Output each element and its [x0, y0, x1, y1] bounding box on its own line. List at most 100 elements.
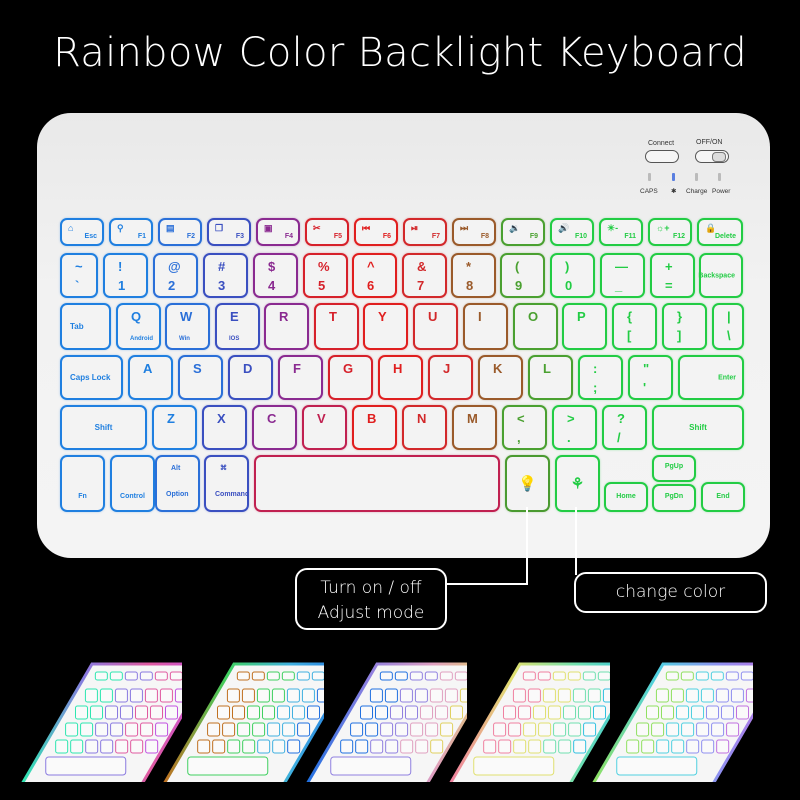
key-symbol[interactable]: @2: [153, 253, 198, 298]
key-rgb[interactable]: ⚘: [555, 455, 600, 512]
key-pgdn[interactable]: PgDn: [652, 484, 696, 512]
document-icon: ▤: [166, 223, 175, 233]
key-space[interactable]: [254, 455, 500, 512]
key-f2[interactable]: ▤ F2: [158, 218, 202, 246]
key-s[interactable]: S: [178, 355, 223, 400]
key-g[interactable]: G: [328, 355, 373, 400]
key-symbol[interactable]: ) 0: [550, 253, 595, 298]
key-e[interactable]: E IOS: [215, 303, 260, 350]
key-f11[interactable]: ☀- F11: [599, 218, 643, 246]
variant-key: [105, 705, 118, 720]
key-delete[interactable]: 🔒 Delete: [697, 218, 743, 246]
key-f7[interactable]: ⏯ F7: [403, 218, 447, 246]
key-f[interactable]: F: [278, 355, 323, 400]
key-symbol[interactable]: <,: [502, 405, 547, 450]
key-f5[interactable]: ✂ F5: [305, 218, 349, 246]
key-top-label: L: [543, 361, 551, 376]
power-switch[interactable]: [695, 150, 729, 163]
key-top-label: *: [466, 259, 472, 274]
key-r[interactable]: R: [264, 303, 309, 350]
key-v[interactable]: V: [302, 405, 347, 450]
key-y[interactable]: Y: [363, 303, 408, 350]
key-command[interactable]: ⌘ Command: [204, 455, 249, 512]
key-enter[interactable]: Enter: [678, 355, 744, 400]
variant-key: [563, 705, 576, 720]
key-top-label: M: [467, 411, 478, 426]
key-symbol[interactable]: * 8: [451, 253, 496, 298]
key-u[interactable]: U: [413, 303, 458, 350]
key-p[interactable]: P: [562, 303, 607, 350]
key-f1[interactable]: ⚲ F1: [109, 218, 153, 246]
key-fn[interactable]: Fn: [60, 455, 105, 512]
key-label: Delete: [714, 233, 736, 240]
key-pgup[interactable]: PgUp: [652, 455, 696, 482]
key-symbol[interactable]: {[: [612, 303, 657, 350]
key-symbol[interactable]: #3: [203, 253, 248, 298]
key-f9[interactable]: 🔉 F9: [501, 218, 545, 246]
key-symbol[interactable]: :;: [578, 355, 623, 400]
key-f10[interactable]: 🔊 F10: [550, 218, 594, 246]
key-q[interactable]: Q Android: [116, 303, 161, 350]
key-d[interactable]: D: [228, 355, 273, 400]
key-symbol[interactable]: — _: [600, 253, 645, 298]
key-symbol[interactable]: $4: [253, 253, 298, 298]
key-f6[interactable]: ⏮ F6: [354, 218, 398, 246]
connect-button[interactable]: [645, 150, 679, 163]
key-symbol[interactable]: | \: [712, 303, 744, 350]
key-n[interactable]: N: [402, 405, 447, 450]
key-option[interactable]: Alt Option: [155, 455, 200, 512]
color-change-callout: change color: [574, 572, 767, 613]
key-symbol[interactable]: }]: [662, 303, 707, 350]
key-end[interactable]: End: [701, 482, 745, 512]
key-symbol[interactable]: + =: [650, 253, 695, 298]
key-symbol[interactable]: ~ `: [60, 253, 98, 298]
key-symbol[interactable]: ! 1: [103, 253, 148, 298]
key-symbol[interactable]: " ': [628, 355, 673, 400]
key-tab[interactable]: Tab: [60, 303, 111, 350]
key-label: F9: [529, 233, 538, 240]
key-h[interactable]: H: [378, 355, 423, 400]
key-label: F8: [480, 233, 489, 240]
key-lightbulb[interactable]: 💡: [505, 455, 550, 512]
bluetooth-led: [672, 173, 675, 181]
key-f8[interactable]: ⏭ F8: [452, 218, 496, 246]
key-top-label: R: [279, 309, 289, 324]
key-label: F7: [431, 233, 440, 240]
key-i[interactable]: I: [463, 303, 508, 350]
key-symbol[interactable]: (9: [500, 253, 545, 298]
key-f3[interactable]: ❐ F3: [207, 218, 251, 246]
key-symbol[interactable]: & 7: [402, 253, 447, 298]
key-control[interactable]: Control: [110, 455, 155, 512]
key-w[interactable]: W Win: [165, 303, 210, 350]
key-caps-lock[interactable]: Caps Lock: [60, 355, 123, 400]
key-x[interactable]: X: [202, 405, 247, 450]
key-b[interactable]: B: [352, 405, 397, 450]
key-esc[interactable]: ⌂ Esc: [60, 218, 104, 246]
key-bottom-label: 1: [118, 278, 126, 293]
key-symbol[interactable]: ^ 6: [352, 253, 397, 298]
key-shift[interactable]: Shift: [652, 405, 744, 450]
key-symbol[interactable]: ? /: [602, 405, 647, 450]
key-f4[interactable]: ▣ F4: [256, 218, 300, 246]
key-k[interactable]: K: [478, 355, 523, 400]
key-label: Home: [616, 493, 636, 500]
key-j[interactable]: J: [428, 355, 473, 400]
key-symbol[interactable]: % 5: [303, 253, 348, 298]
key-c[interactable]: C: [252, 405, 297, 450]
key-symbol[interactable]: >.: [552, 405, 597, 450]
key-backspace[interactable]: Backspace: [698, 253, 743, 298]
key-bottom-label: 4: [268, 278, 276, 293]
variant-key: [626, 739, 640, 754]
key-bottom-label: ]: [677, 328, 682, 343]
key-home[interactable]: Home: [604, 482, 648, 512]
variant-key: [425, 722, 439, 737]
key-a[interactable]: A: [128, 355, 173, 400]
key-z[interactable]: Z: [152, 405, 197, 450]
key-f12[interactable]: ☼+ F12: [648, 218, 692, 246]
key-t[interactable]: T: [314, 303, 359, 350]
key-l[interactable]: L: [528, 355, 573, 400]
variant-key: [365, 722, 379, 737]
key-o[interactable]: O: [513, 303, 558, 350]
key-m[interactable]: M: [452, 405, 497, 450]
key-shift[interactable]: Shift: [60, 405, 147, 450]
